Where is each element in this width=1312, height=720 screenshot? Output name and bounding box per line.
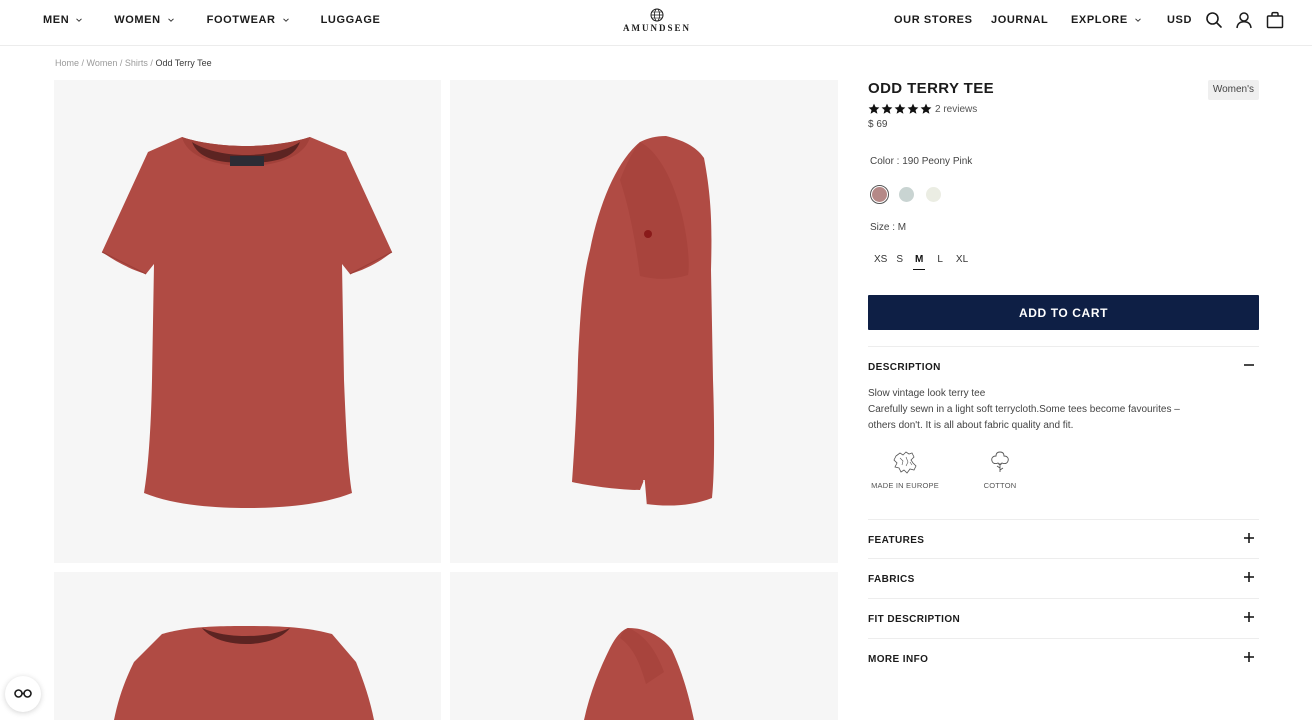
color-label: Color : 190 Peony Pink (870, 156, 973, 167)
star-rating (868, 103, 932, 115)
reviews-link[interactable]: 2 reviews (935, 104, 977, 115)
accordion-description[interactable]: DESCRIPTION (868, 346, 1259, 386)
nav-our-stores[interactable]: OUR STORES (894, 14, 973, 26)
nav-men-label: MEN (43, 14, 70, 26)
accordion-more-info-label: MORE INFO (868, 654, 929, 665)
star-icon (894, 103, 906, 114)
bag-icon[interactable] (1266, 11, 1284, 29)
product-image-side-detail[interactable] (450, 572, 838, 720)
nav-women[interactable]: WOMEN (114, 14, 174, 26)
product-rating[interactable]: 2 reviews (868, 103, 977, 115)
chevron-down-icon (282, 16, 290, 24)
size-label: Size : M (870, 222, 907, 233)
breadcrumb-separator: / (79, 58, 87, 68)
size-option-xl[interactable]: XL (956, 254, 968, 270)
swatch-dot (926, 187, 941, 202)
product-image-front-detail[interactable] (54, 572, 441, 720)
nav-footwear[interactable]: FOOTWEAR (207, 14, 290, 26)
plus-icon (1244, 533, 1254, 543)
minus-icon (1244, 364, 1254, 366)
size-option-l[interactable]: L (937, 254, 943, 270)
accordion-features[interactable]: FEATURES (868, 519, 1259, 559)
plus-icon (1244, 652, 1254, 662)
color-swatch-mint[interactable] (897, 185, 916, 204)
gender-tag: Women's (1207, 80, 1259, 100)
account-icon[interactable] (1235, 11, 1253, 29)
size-option-s[interactable]: S (896, 254, 903, 270)
size-option-xs[interactable]: XS (874, 254, 887, 270)
currency-selector[interactable]: USD (1167, 14, 1192, 26)
accordion-fabrics-label: FABRICS (868, 574, 915, 585)
description-text: Slow vintage look terry tee Carefully se… (868, 386, 1228, 434)
product-image-front[interactable] (54, 80, 441, 563)
size-option-m[interactable]: M (913, 254, 926, 270)
color-swatch-peony-pink[interactable] (870, 185, 889, 204)
breadcrumb-women[interactable]: Women (87, 58, 118, 68)
color-swatches (870, 185, 943, 204)
site-header: MEN WOMEN FOOTWEAR LUGGAGE AMUNDSEN OUR … (0, 0, 1312, 46)
plus-icon (1244, 612, 1254, 622)
star-icon (920, 103, 932, 114)
star-icon (881, 103, 893, 114)
nav-our-stores-label: OUR STORES (894, 14, 973, 26)
accordion-fit-description-label: FIT DESCRIPTION (868, 614, 961, 625)
nav-women-label: WOMEN (114, 14, 161, 26)
breadcrumb-shirts[interactable]: Shirts (125, 58, 148, 68)
cotton-icon (991, 451, 1009, 472)
breadcrumb-separator: / (117, 58, 125, 68)
nav-explore[interactable]: EXPLORE (1071, 14, 1142, 26)
add-to-cart-button[interactable]: ADD TO CART (868, 295, 1259, 330)
breadcrumb-home[interactable]: Home (55, 58, 79, 68)
logo-wordmark: AMUNDSEN (622, 23, 691, 33)
description-line: Carefully sewn in a light soft terryclot… (868, 404, 1180, 415)
currency-label: USD (1167, 14, 1193, 26)
size-selector: XS S M L XL (874, 254, 968, 270)
badge-made-in-europe-label: MADE IN EUROPE (871, 481, 939, 490)
nav-journal-label: JOURNAL (991, 14, 1049, 26)
badge-cotton-label: COTTON (983, 481, 1017, 490)
nav-luggage[interactable]: LUGGAGE (321, 14, 381, 26)
badge-made-in-europe: MADE IN EUROPE (868, 448, 942, 490)
star-icon (907, 103, 919, 114)
description-line: others don't. It is all about fabric qua… (868, 420, 1074, 431)
product-title: ODD TERRY TEE (868, 80, 995, 97)
breadcrumb-current: Odd Terry Tee (155, 58, 212, 68)
product-price: $ 69 (868, 119, 888, 130)
nav-luggage-label: LUGGAGE (320, 14, 381, 26)
nav-explore-label: EXPLORE (1071, 14, 1128, 26)
badge-cotton: COTTON (972, 448, 1028, 490)
accessibility-widget-button[interactable] (5, 676, 41, 712)
accordion-fit-description[interactable]: FIT DESCRIPTION (868, 598, 1259, 638)
accordion-fabrics[interactable]: FABRICS (868, 558, 1259, 598)
product-image-side[interactable] (450, 80, 838, 563)
swatch-dot (872, 187, 887, 202)
primary-nav: MEN WOMEN FOOTWEAR LUGGAGE (43, 0, 380, 40)
chevron-down-icon (167, 16, 175, 24)
chevron-down-icon (1134, 16, 1142, 24)
nav-journal[interactable]: JOURNAL (991, 14, 1048, 26)
description-line: Slow vintage look terry tee (868, 388, 986, 399)
chevron-down-icon (75, 16, 83, 24)
nav-footwear-label: FOOTWEAR (206, 14, 276, 26)
search-icon[interactable] (1205, 11, 1223, 29)
accordion-features-label: FEATURES (868, 535, 925, 546)
swatch-dot (899, 187, 914, 202)
nav-men[interactable]: MEN (43, 14, 83, 26)
breadcrumb: Home / Women / Shirts / Odd Terry Tee (55, 58, 212, 68)
plus-icon (1244, 572, 1254, 582)
product-badges: MADE IN EUROPE COTTON (868, 448, 1068, 500)
star-icon (868, 103, 880, 114)
glasses-icon (14, 689, 32, 698)
color-swatch-cream[interactable] (924, 185, 943, 204)
europe-map-icon (893, 451, 917, 474)
accordion-more-info[interactable]: MORE INFO (868, 638, 1259, 678)
accordion-description-label: DESCRIPTION (868, 362, 941, 373)
globe-icon (650, 8, 664, 22)
brand-logo[interactable]: AMUNDSEN (611, 8, 703, 36)
